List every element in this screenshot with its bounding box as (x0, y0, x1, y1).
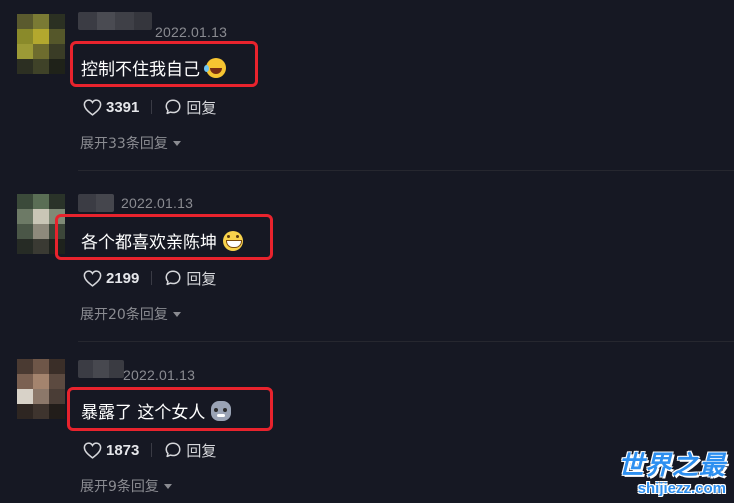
expand-replies-button[interactable]: 展开9条回复 (80, 476, 172, 496)
username-blurred[interactable] (78, 12, 152, 30)
like-count: 2199 (106, 269, 140, 287)
reply-button[interactable]: 回复 (164, 97, 216, 118)
action-divider (151, 100, 153, 114)
comment-date: 2022.01.13 (155, 24, 228, 40)
avatar[interactable] (17, 14, 65, 74)
watermark-url: shijiezz.com (637, 480, 726, 497)
caret-down-icon (163, 483, 172, 489)
reply-label: 回复 (186, 98, 217, 117)
heart-icon (83, 98, 102, 116)
comment-date: 2022.01.13 (121, 195, 194, 211)
like-count: 3391 (106, 98, 140, 116)
reply-bubble-icon (165, 99, 181, 115)
like-button[interactable]: 3391 (83, 99, 139, 116)
avatar[interactable] (17, 359, 65, 419)
reply-bubble-icon (165, 442, 181, 458)
reply-button[interactable]: 回复 (164, 268, 216, 289)
highlight-box (70, 41, 258, 87)
caret-down-icon (172, 311, 181, 317)
caret-down-icon (172, 140, 181, 146)
comment-actions: 2199 回复 (83, 268, 216, 288)
like-button[interactable]: 2199 (83, 270, 139, 287)
heart-icon (83, 441, 102, 459)
comment-actions: 3391 回复 (83, 97, 216, 117)
reply-label: 回复 (186, 441, 217, 460)
action-divider (151, 443, 153, 457)
highlight-box (55, 214, 273, 260)
comment-date: 2022.01.13 (123, 367, 196, 383)
expand-replies-button[interactable]: 展开33条回复 (80, 133, 181, 153)
watermark-title: 世界之最 (617, 451, 726, 481)
reply-bubble-icon (165, 270, 181, 286)
comment-separator (78, 341, 734, 342)
expand-replies-button[interactable]: 展开20条回复 (80, 304, 181, 324)
action-divider (151, 271, 153, 285)
like-count: 1873 (106, 441, 140, 459)
username-blurred[interactable] (78, 360, 124, 378)
site-watermark: 世界之最 shijiezz.com (618, 451, 726, 497)
username-blurred[interactable] (78, 194, 114, 212)
highlight-box (67, 387, 273, 431)
reply-label: 回复 (186, 269, 217, 288)
comment-actions: 1873 回复 (83, 440, 216, 460)
expand-replies-label: 展开20条回复 (80, 307, 168, 323)
expand-replies-label: 展开9条回复 (80, 479, 159, 495)
heart-icon (83, 269, 102, 287)
reply-button[interactable]: 回复 (164, 440, 216, 461)
comment-separator (78, 170, 734, 171)
like-button[interactable]: 1873 (83, 442, 139, 459)
expand-replies-label: 展开33条回复 (80, 136, 168, 152)
